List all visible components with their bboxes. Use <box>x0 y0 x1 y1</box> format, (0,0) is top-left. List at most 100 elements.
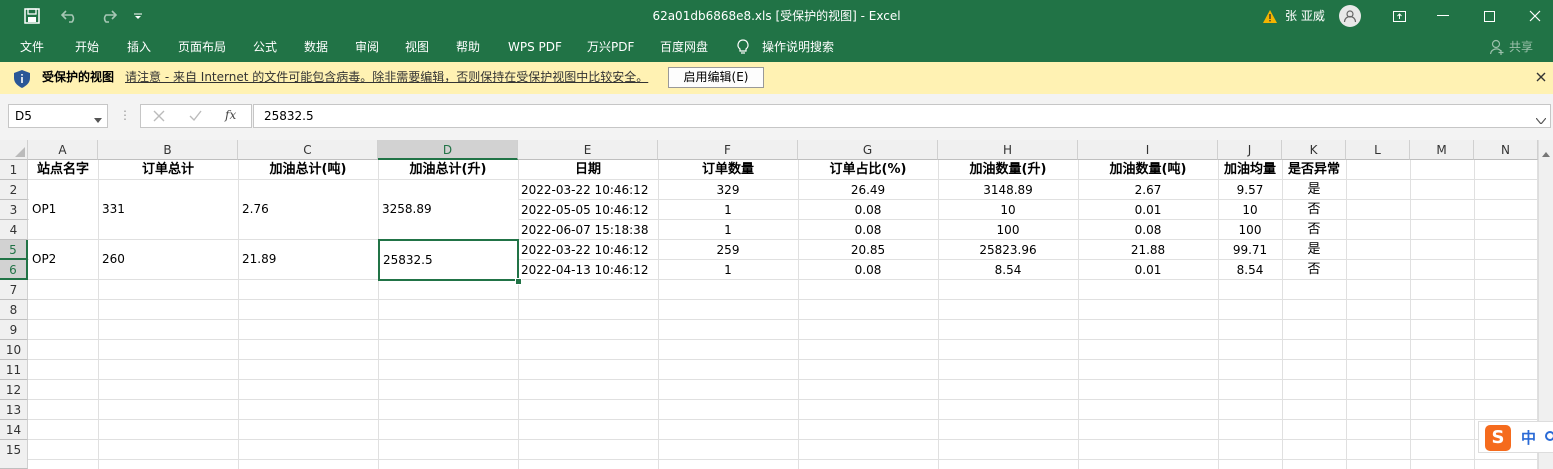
column-header-c[interactable]: C <box>238 140 378 160</box>
user-name[interactable]: 张 亚威 <box>1285 0 1325 32</box>
fuel-average-cell[interactable]: 10 <box>1218 200 1282 220</box>
tab-formulas[interactable]: 公式 <box>253 32 277 62</box>
row-header-4[interactable]: 4 <box>0 220 28 240</box>
header-cell[interactable]: 是否异常 <box>1282 160 1346 180</box>
order-ratio-cell[interactable]: 0.08 <box>798 220 938 240</box>
header-cell[interactable]: 订单总计 <box>98 160 238 180</box>
order-count-cell[interactable]: 1 <box>658 260 798 280</box>
header-cell[interactable]: 加油数量(吨) <box>1078 160 1218 180</box>
fuel-liters-cell[interactable]: 3148.89 <box>938 180 1078 200</box>
enter-icon[interactable] <box>189 110 202 125</box>
order-count-cell[interactable]: 1 <box>658 200 798 220</box>
date-cell[interactable]: 2022-03-22 10:46:12 <box>521 180 658 200</box>
fuel-liters-cell[interactable]: 10 <box>938 200 1078 220</box>
close-bar-icon[interactable] <box>1536 71 1546 85</box>
fuel-tons-cell[interactable]: 2.67 <box>1078 180 1218 200</box>
fuel-liters-cell[interactable]: 8.54 <box>938 260 1078 280</box>
tab-wps-pdf[interactable]: WPS PDF <box>508 32 562 62</box>
tell-me-search[interactable]: 操作说明搜索 <box>762 32 834 62</box>
ime-mode-label[interactable]: 中 <box>1521 427 1536 448</box>
fuel-liters-cell[interactable]: 100 <box>938 220 1078 240</box>
orders-total-cell[interactable]: 260 <box>99 240 238 279</box>
selected-cell-d5[interactable]: 25832.5 <box>378 239 519 281</box>
liters-total-cell[interactable]: 3258.89 <box>379 180 518 239</box>
formula-input[interactable]: 25832.5 <box>253 104 1551 128</box>
expand-formula-icon[interactable] <box>1535 113 1547 127</box>
tons-total-cell[interactable]: 21.89 <box>239 240 378 279</box>
order-ratio-cell[interactable]: 0.08 <box>798 260 938 280</box>
minimize-icon[interactable] <box>1428 0 1458 32</box>
header-cell[interactable]: 加油均量 <box>1218 160 1282 180</box>
fuel-average-cell[interactable]: 100 <box>1218 220 1282 240</box>
tab-review[interactable]: 审阅 <box>355 32 379 62</box>
anomaly-cell[interactable]: 否 <box>1282 200 1346 220</box>
fuel-tons-cell[interactable]: 21.88 <box>1078 240 1218 260</box>
column-header-k[interactable]: K <box>1282 140 1346 160</box>
column-header-e[interactable]: E <box>518 140 658 160</box>
fuel-average-cell[interactable]: 8.54 <box>1218 260 1282 280</box>
maximize-icon[interactable] <box>1474 0 1504 32</box>
column-header-n[interactable]: N <box>1474 140 1538 160</box>
tab-file[interactable]: 文件 <box>20 32 44 62</box>
tab-page-layout[interactable]: 页面布局 <box>178 32 226 62</box>
fuel-tons-cell[interactable]: 0.08 <box>1078 220 1218 240</box>
fuel-liters-cell[interactable]: 25823.96 <box>938 240 1078 260</box>
column-header-a[interactable]: A <box>28 140 98 160</box>
tons-total-cell[interactable]: 2.76 <box>239 180 378 239</box>
order-ratio-cell[interactable]: 26.49 <box>798 180 938 200</box>
enable-editing-button[interactable]: 启用编辑(E) <box>668 67 764 88</box>
row-header-3[interactable]: 3 <box>0 200 28 220</box>
select-all-corner[interactable] <box>0 140 28 160</box>
tab-baidu-netdisk[interactable]: 百度网盘 <box>660 32 708 62</box>
order-ratio-cell[interactable]: 20.85 <box>798 240 938 260</box>
date-cell[interactable]: 2022-04-13 10:46:12 <box>521 260 658 280</box>
fuel-average-cell[interactable]: 99.71 <box>1218 240 1282 260</box>
ime-punctuation-icon[interactable] <box>1545 431 1553 441</box>
row-header-6[interactable]: 6 <box>0 260 28 280</box>
order-count-cell[interactable]: 259 <box>658 240 798 260</box>
date-cell[interactable]: 2022-03-22 10:46:12 <box>521 240 658 260</box>
fuel-average-cell[interactable]: 9.57 <box>1218 180 1282 200</box>
header-cell[interactable]: 站点名字 <box>28 160 98 180</box>
column-header-d[interactable]: D <box>378 140 518 160</box>
column-header-i[interactable]: I <box>1078 140 1218 160</box>
tab-data[interactable]: 数据 <box>304 32 328 62</box>
row-header-5[interactable]: 5 <box>0 240 28 260</box>
header-cell[interactable]: 加油总计(吨) <box>238 160 378 180</box>
cancel-icon[interactable] <box>153 110 165 125</box>
chevron-down-icon[interactable] <box>94 112 102 126</box>
worksheet-grid[interactable]: A B C D E F G H I J K L M N 1 2 3 4 5 6 … <box>0 140 1553 469</box>
row-header-10[interactable]: 10 <box>0 340 28 360</box>
share-icon[interactable] <box>1489 39 1504 58</box>
row-header-1[interactable]: 1 <box>0 160 28 180</box>
date-cell[interactable]: 2022-06-07 15:18:38 <box>521 220 658 240</box>
site-cell[interactable]: OP1 <box>29 180 98 239</box>
header-cell[interactable]: 加油数量(升) <box>938 160 1078 180</box>
header-cell[interactable]: 订单数量 <box>658 160 798 180</box>
scroll-up-icon[interactable] <box>1542 146 1550 160</box>
header-cell[interactable]: 日期 <box>518 160 658 180</box>
date-cell[interactable]: 2022-05-05 10:46:12 <box>521 200 658 220</box>
orders-total-cell[interactable]: 331 <box>99 180 238 239</box>
ribbon-display-options-icon[interactable] <box>1384 0 1414 32</box>
site-cell[interactable]: OP2 <box>29 240 98 279</box>
column-header-g[interactable]: G <box>798 140 938 160</box>
share-label[interactable]: 共享 <box>1509 32 1533 62</box>
row-header-13[interactable]: 13 <box>0 400 28 420</box>
order-count-cell[interactable]: 329 <box>658 180 798 200</box>
tab-help[interactable]: 帮助 <box>456 32 480 62</box>
column-header-f[interactable]: F <box>658 140 798 160</box>
tab-view[interactable]: 视图 <box>405 32 429 62</box>
row-header-7[interactable]: 7 <box>0 280 28 300</box>
column-header-l[interactable]: L <box>1346 140 1410 160</box>
anomaly-cell[interactable]: 否 <box>1282 220 1346 240</box>
anomaly-cell[interactable]: 否 <box>1282 260 1346 280</box>
column-header-j[interactable]: J <box>1218 140 1282 160</box>
tab-home[interactable]: 开始 <box>75 32 99 62</box>
row-header-11[interactable]: 11 <box>0 360 28 380</box>
protected-view-message[interactable]: 请注意 - 来自 Internet 的文件可能包含病毒。除非需要编辑，否则保持在… <box>125 62 648 92</box>
fuel-tons-cell[interactable]: 0.01 <box>1078 200 1218 220</box>
column-header-b[interactable]: B <box>98 140 238 160</box>
tab-wanxing-pdf[interactable]: 万兴PDF <box>587 32 634 62</box>
order-count-cell[interactable]: 1 <box>658 220 798 240</box>
